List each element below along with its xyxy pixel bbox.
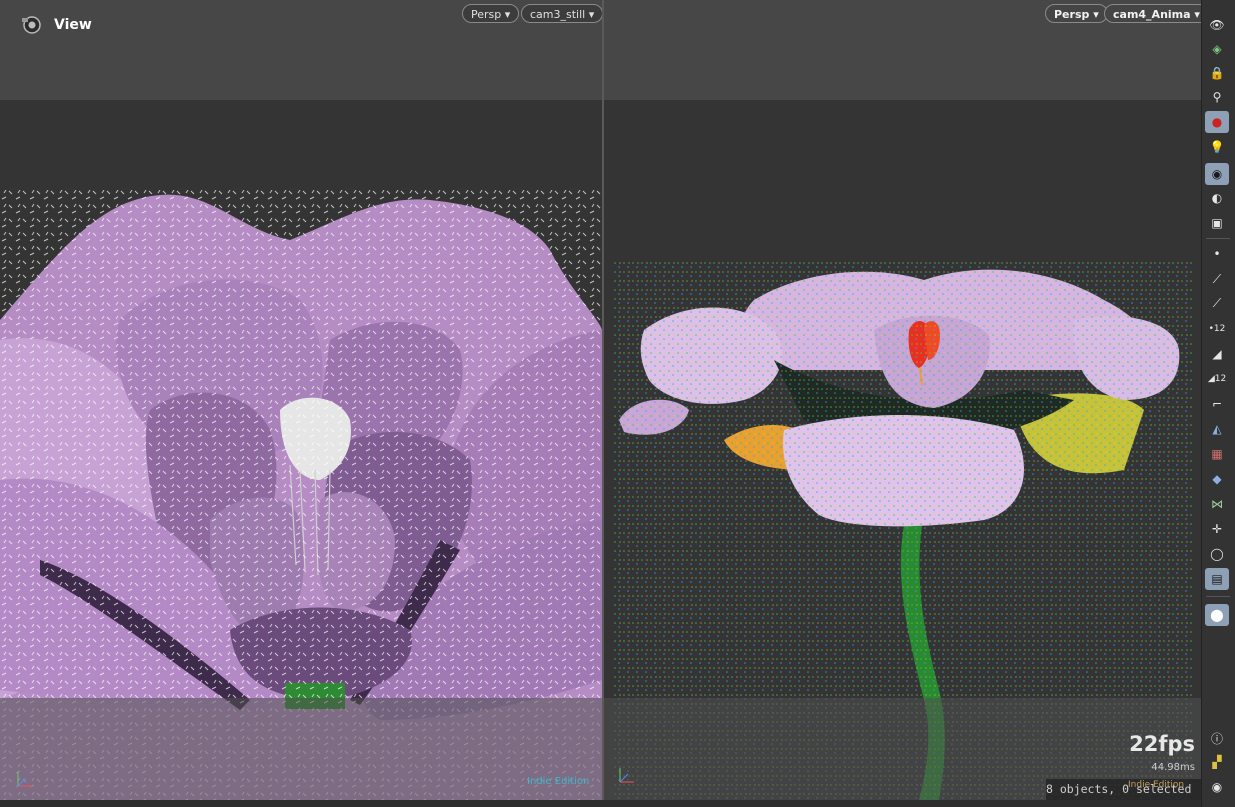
view-title: View [20, 14, 92, 36]
visualize-icon[interactable]: ◐ [1205, 187, 1229, 209]
right-viewport[interactable]: Persp ▾ cam4_Anima ▾ [604, 0, 1201, 807]
layout-icon[interactable]: ▞ [1205, 751, 1229, 773]
flipbook-icon[interactable]: ▣ [1205, 212, 1229, 234]
point-number-icon[interactable]: •12 [1205, 318, 1229, 340]
indie-edition-watermark: Indie Edition [527, 776, 590, 787]
uv-border-icon[interactable]: ⌐ [1205, 393, 1229, 415]
shading-icon[interactable]: ● [1205, 111, 1229, 133]
pin-icon[interactable]: ⬤ [1205, 604, 1229, 626]
camera-menu[interactable]: cam3_still ▾ [521, 4, 602, 23]
projection-menu[interactable]: Persp ▾ [462, 4, 520, 23]
selection-status: 8 objects, 0 selected Indie Edition [1046, 779, 1201, 801]
camera-label: cam3_still [530, 8, 586, 21]
flower-closeup-scene [0, 190, 602, 807]
camera-menu[interactable]: cam4_Anima ▾ [1104, 4, 1201, 23]
fps-readout: 22fps [1129, 732, 1195, 756]
toolbar-separator [1206, 596, 1230, 597]
chevron-down-icon: ▾ [588, 8, 595, 21]
light-bulb-icon[interactable]: ⚲ [1205, 86, 1229, 108]
info-icon[interactable]: ⓘ [1205, 727, 1229, 749]
origin-icon[interactable]: ✛ [1205, 518, 1229, 540]
normal-icon[interactable]: ⟋ [1205, 268, 1229, 290]
safe-area-icon[interactable]: ◯ [1205, 543, 1229, 565]
geometry-icon[interactable]: ◆ [1205, 468, 1229, 490]
indie-edition-watermark: Indie Edition [1128, 780, 1185, 790]
frame-time-readout: 44.98ms [1151, 762, 1195, 773]
texture-icon[interactable]: ▦ [1205, 443, 1229, 465]
camera-label: cam4_Anima [1113, 8, 1191, 21]
display-options-icon[interactable]: 👁 [1205, 14, 1229, 36]
axis-gizmo-icon [17, 772, 32, 787]
projection-label: Persp [1054, 8, 1090, 21]
camera-icon[interactable]: ◉ [1205, 163, 1229, 185]
headlight-icon[interactable]: 💡 [1205, 136, 1229, 158]
ghost-icon[interactable]: ◈ [1205, 38, 1229, 60]
backface-icon[interactable]: ◭ [1205, 418, 1229, 440]
chevron-down-icon: ▾ [1093, 8, 1099, 21]
primitive-icon[interactable]: ◢ [1205, 343, 1229, 365]
toolbar-separator [1206, 238, 1230, 239]
display-toolbar: 👁 ◈ 🔒 ⚲ ● 💡 ◉ ◐ ▣ • ⟋ ⟋ •12 ◢ ◢12 ⌐ ◭ ▦ … [1201, 0, 1235, 807]
view-camera-icon [22, 16, 41, 34]
view-title-label: View [54, 17, 92, 33]
projection-label: Persp [471, 8, 502, 21]
left-viewport[interactable]: View Persp ▾ cam3_still ▾ Indie Edition [0, 0, 602, 807]
axis-gizmo-icon [619, 768, 634, 783]
bottom-strip [0, 800, 1201, 807]
viewport-bottom-band [0, 698, 602, 807]
prim-number-icon[interactable]: ◢12 [1205, 368, 1229, 390]
eye-icon[interactable]: ◉ [1205, 776, 1229, 798]
background-icon[interactable]: ▤ [1205, 568, 1229, 590]
symmetry-icon[interactable]: ⋈ [1205, 493, 1229, 515]
vertex-normal-icon[interactable]: ⟋ [1205, 292, 1229, 314]
projection-menu[interactable]: Persp ▾ [1045, 4, 1108, 23]
flower-animated-scene [614, 260, 1194, 800]
chevron-down-icon: ▾ [504, 8, 511, 21]
chevron-down-icon: ▾ [1194, 8, 1200, 21]
lock-icon[interactable]: 🔒 [1205, 62, 1229, 84]
point-icon[interactable]: • [1205, 243, 1229, 265]
